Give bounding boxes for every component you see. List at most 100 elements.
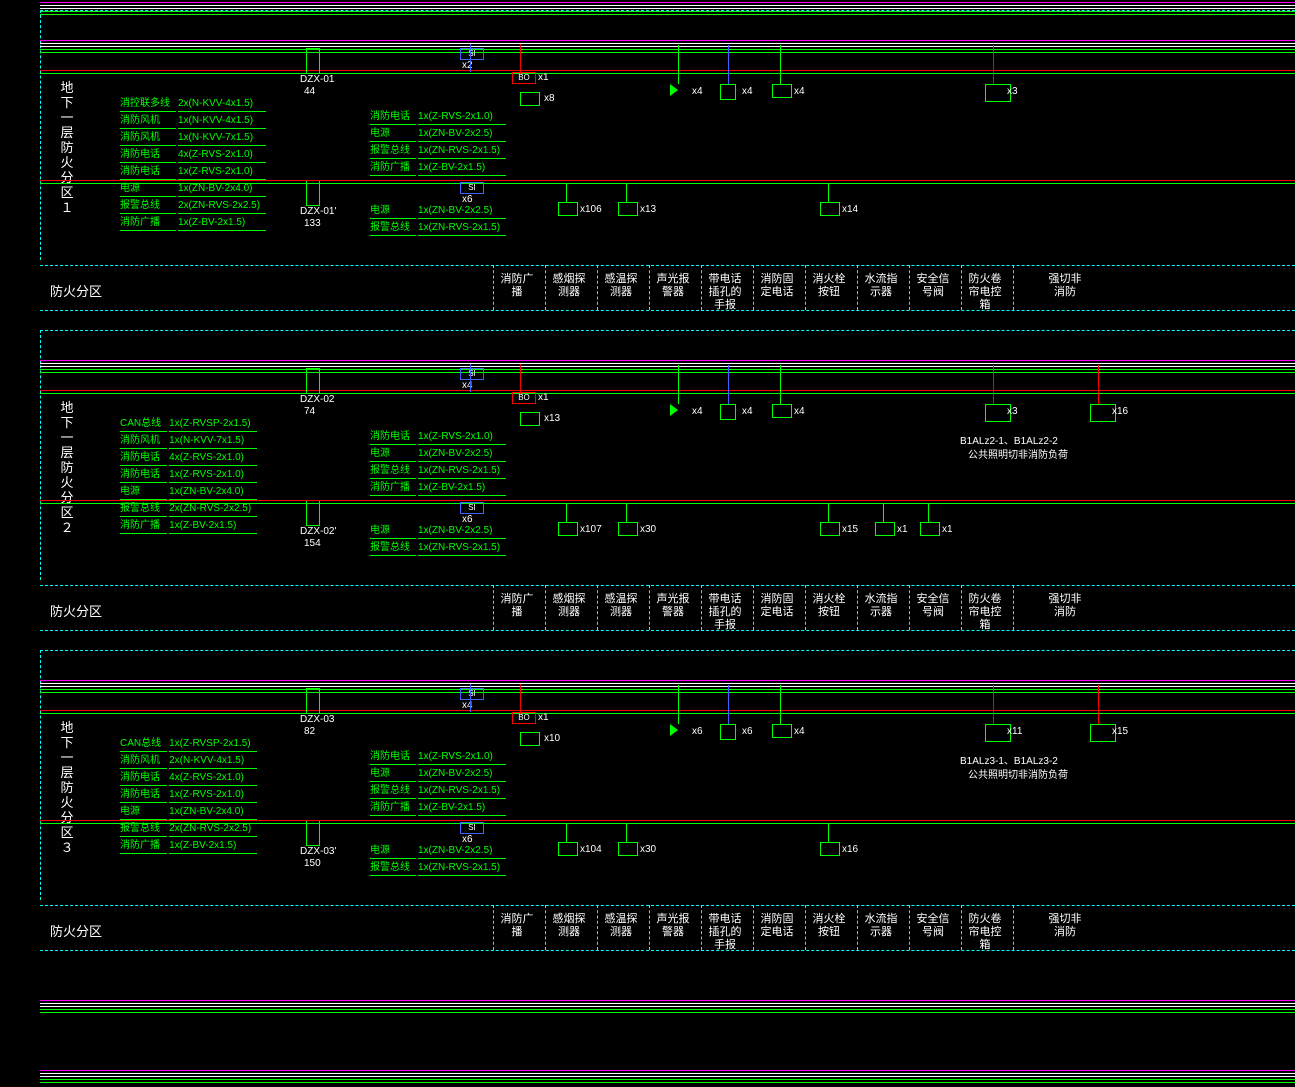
hydrant-button-icon bbox=[820, 522, 840, 536]
drop-wire bbox=[520, 364, 521, 394]
dzx-count: 82 bbox=[304, 726, 315, 737]
drop-wire bbox=[993, 365, 994, 404]
heat-detector-icon bbox=[618, 202, 638, 216]
legend-sep bbox=[909, 265, 910, 310]
bo-count: x1 bbox=[538, 712, 549, 723]
dzx-id: DZX-03' bbox=[300, 846, 336, 857]
legend-sep bbox=[649, 265, 650, 310]
si-count: x6 bbox=[462, 834, 473, 845]
smoke-detector-icon bbox=[558, 842, 578, 856]
bus-line bbox=[40, 5, 1295, 6]
bus-line bbox=[40, 820, 1295, 821]
bus-line bbox=[40, 366, 1295, 367]
legend-item: 消防广播 bbox=[500, 913, 534, 939]
legend-item: 感温探测器 bbox=[604, 593, 638, 619]
speaker-icon bbox=[520, 92, 540, 106]
drop-wire bbox=[678, 45, 679, 84]
legend-item: 带电话插孔的手报 bbox=[708, 273, 742, 312]
device-count: x4 bbox=[692, 86, 703, 97]
drop-wire bbox=[828, 504, 829, 522]
legend-item: 防火卷帘电控箱 bbox=[968, 593, 1002, 632]
drop-wire bbox=[728, 365, 729, 404]
bus-line bbox=[40, 1076, 1295, 1077]
device-count: x16 bbox=[1112, 406, 1128, 417]
drop-wire bbox=[993, 685, 994, 724]
bo-count: x1 bbox=[538, 72, 549, 83]
device-count: x3 bbox=[1007, 86, 1018, 97]
legend-item: 防火卷帘电控箱 bbox=[968, 913, 1002, 952]
bus-line bbox=[40, 180, 1295, 181]
legend-item: 感烟探测器 bbox=[552, 593, 586, 619]
drop-wire bbox=[470, 684, 471, 712]
flow-indicator-icon bbox=[875, 522, 895, 536]
dzx-id: DZX-02 bbox=[300, 394, 334, 405]
smoke-detector-icon bbox=[558, 202, 578, 216]
bus-line bbox=[40, 1000, 1295, 1001]
speaker-icon bbox=[520, 732, 540, 746]
fixed-phone-icon bbox=[772, 404, 792, 418]
device-count: x11 bbox=[1007, 726, 1022, 737]
dzx-id: DZX-01 bbox=[300, 74, 334, 85]
bus-line bbox=[40, 393, 1295, 394]
zone-border bbox=[40, 330, 41, 580]
legend-item: 感温探测器 bbox=[604, 273, 638, 299]
drop-wire bbox=[470, 364, 471, 392]
drop-wire bbox=[728, 45, 729, 84]
drop-wire bbox=[828, 184, 829, 202]
legend-sep bbox=[597, 265, 598, 310]
legend-item: 安全信号阀 bbox=[916, 593, 950, 619]
drop-wire bbox=[520, 44, 521, 74]
device-count: x4 bbox=[742, 406, 753, 417]
bus-line bbox=[40, 43, 1295, 44]
legend-border bbox=[40, 630, 1295, 631]
legend-sep bbox=[493, 265, 494, 310]
legend-sep bbox=[753, 585, 754, 630]
bus-line bbox=[40, 680, 1295, 681]
dzx-count: 154 bbox=[304, 538, 321, 549]
device-count: x15 bbox=[842, 524, 858, 535]
legend-item: 安全信号阀 bbox=[916, 913, 950, 939]
legend-sep bbox=[857, 905, 858, 950]
zone-label: 地下一层防火分区２ bbox=[60, 400, 74, 535]
bus-line bbox=[40, 1003, 1295, 1004]
bus-line bbox=[40, 183, 1295, 184]
legend-item: 声光报警器 bbox=[656, 913, 690, 939]
legend-sep bbox=[545, 265, 546, 310]
bus-line bbox=[40, 46, 1295, 47]
signal-valve-icon bbox=[920, 522, 940, 536]
legend-sep bbox=[961, 585, 962, 630]
si-module: SI bbox=[460, 182, 484, 194]
si-count: x6 bbox=[462, 194, 473, 205]
speaker-count: x10 bbox=[544, 733, 560, 744]
bus-line bbox=[40, 52, 1295, 53]
legend-sep bbox=[857, 585, 858, 630]
alarm-icon bbox=[670, 84, 678, 96]
dzx-module bbox=[306, 688, 320, 714]
legend-item: 安全信号阀 bbox=[916, 273, 950, 299]
dzx-count: 74 bbox=[304, 406, 315, 417]
left-cable-spec: 消控联多线2x(N-KVV-4x1.5)消防风机1x(N-KVV-4x1.5)消… bbox=[118, 95, 268, 233]
fixed-phone-icon bbox=[772, 724, 792, 738]
dzx-module bbox=[306, 368, 320, 394]
device-count: x106 bbox=[580, 204, 602, 215]
drop-wire bbox=[626, 504, 627, 522]
device-count: x15 bbox=[1112, 726, 1128, 737]
mid-cable-spec-top: 消防电话1x(Z-RVS-2x1.0)电源1x(ZN-BV-2x2.5)报警总线… bbox=[368, 428, 508, 498]
alarm-icon bbox=[670, 724, 678, 736]
bus-line bbox=[40, 1079, 1295, 1080]
legend-heading: 防火分区 bbox=[50, 921, 102, 940]
mid-cable-spec-top: 消防电话1x(Z-RVS-2x1.0)电源1x(ZN-BV-2x2.5)报警总线… bbox=[368, 748, 508, 818]
drop-wire bbox=[993, 45, 994, 84]
legend-sep bbox=[597, 585, 598, 630]
bus-line bbox=[40, 823, 1295, 824]
hydrant-button-icon bbox=[820, 202, 840, 216]
drop-wire bbox=[566, 504, 567, 522]
drop-wire bbox=[883, 504, 884, 522]
mid-cable-spec-top: 消防电话1x(Z-RVS-2x1.0)电源1x(ZN-BV-2x2.5)报警总线… bbox=[368, 108, 508, 178]
heat-detector-icon bbox=[618, 522, 638, 536]
drop-wire bbox=[1098, 365, 1099, 404]
bus-line bbox=[40, 8, 1295, 9]
legend-item: 消防固定电话 bbox=[760, 913, 794, 939]
drop-wire bbox=[566, 184, 567, 202]
device-count: x1 bbox=[897, 524, 908, 535]
